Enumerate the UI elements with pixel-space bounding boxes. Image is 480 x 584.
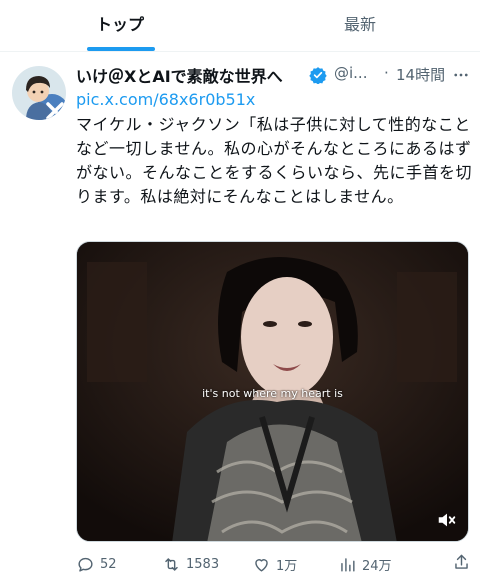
repost-icon: [165, 557, 178, 571]
views-count: 24万: [362, 558, 392, 574]
verified-badge-icon: [309, 67, 327, 84]
views-button[interactable]: 24万: [338, 553, 392, 575]
handle[interactable]: @i...: [334, 64, 367, 82]
reply-count: 52: [100, 556, 117, 572]
tweet-header: いけ＠XとAIで素敵な世界へ @i... · 14時間: [76, 62, 472, 88]
tweet-actions: 52 1583 1万 24万: [76, 553, 472, 575]
active-tab-indicator: [87, 47, 155, 51]
video-subtitle: it's not where my heart is: [202, 387, 343, 400]
heart-icon: [255, 558, 268, 572]
avatar[interactable]: [12, 66, 66, 120]
reply-icon: [78, 557, 93, 572]
like-button[interactable]: 1万: [252, 553, 297, 575]
tab-top[interactable]: トップ: [0, 0, 240, 52]
share-icon[interactable]: [452, 553, 471, 572]
media-link[interactable]: pic.x.com/68x6r0b51x: [76, 90, 255, 109]
separator-dot: ·: [384, 64, 389, 82]
repost-count: 1583: [186, 556, 220, 572]
reply-button[interactable]: 52: [76, 553, 117, 575]
tab-latest[interactable]: 最新: [240, 0, 480, 52]
more-options-icon[interactable]: [452, 66, 470, 84]
like-count: 1万: [276, 558, 298, 574]
video-player[interactable]: it's not where my heart is: [76, 241, 469, 542]
mute-icon[interactable]: [436, 509, 458, 531]
timestamp[interactable]: 14時間: [396, 64, 445, 85]
repost-button[interactable]: 1583: [162, 553, 219, 575]
display-name[interactable]: いけ＠XとAIで素敵な世界へ: [76, 63, 283, 87]
timeline-tabs: トップ 最新: [0, 0, 480, 52]
tweet-text: マイケル・ジャクソン「私は子供に対して性的なことなど一切しません。私の心がそんな…: [76, 115, 473, 206]
views-icon: [341, 557, 355, 572]
